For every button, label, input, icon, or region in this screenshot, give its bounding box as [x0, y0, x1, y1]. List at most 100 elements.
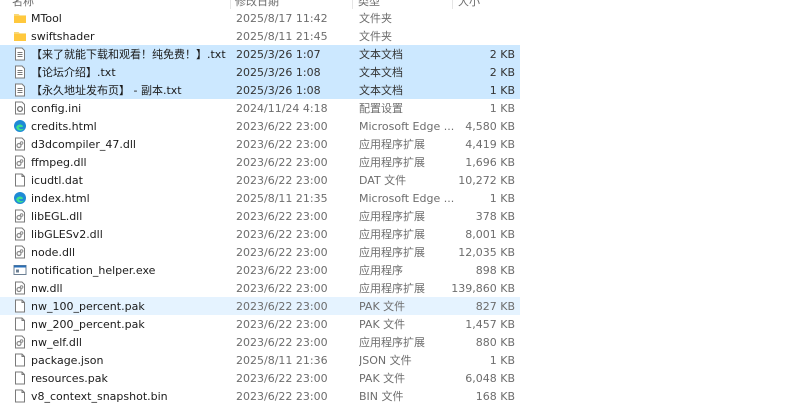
file-row[interactable]: resources.pak 2023/6/22 23:00 PAK 文件 6,048 …	[0, 369, 520, 387]
file-size: 827 KB	[475, 300, 515, 313]
file-date: 2023/6/22 23:00	[236, 264, 328, 277]
file-type: 应用程序	[359, 264, 403, 277]
text-file-icon	[13, 47, 27, 61]
file-size: 1 KB	[489, 354, 515, 367]
file-date: 2025/8/11 21:45	[236, 30, 328, 43]
file-name: nw_elf.dll	[31, 336, 82, 349]
file-size: 8,001 KB	[465, 228, 515, 241]
file-name: 【来了就能下载和观看！纯免费！】.txt	[31, 48, 226, 61]
generic-file-icon	[13, 317, 27, 331]
file-row[interactable]: node.dll 2023/6/22 23:00 应用程序扩展 12,035 KB	[0, 243, 520, 261]
file-size: 1,696 KB	[465, 156, 515, 169]
file-date: 2023/6/22 23:00	[236, 390, 328, 403]
file-date: 2023/6/22 23:00	[236, 336, 328, 349]
file-name: config.ini	[31, 102, 82, 115]
file-size: 139,860 KB	[451, 282, 515, 295]
file-name: icudtl.dat	[31, 174, 83, 187]
file-row[interactable]: nw_200_percent.pak 2023/6/22 23:00 PAK 文件 1…	[0, 315, 520, 333]
file-type: 文本文档	[359, 66, 403, 79]
file-row[interactable]: MTool 2025/8/17 11:42 文件夹	[0, 9, 520, 27]
column-date[interactable]: 修改日期	[235, 0, 279, 9]
file-name: v8_context_snapshot.bin	[31, 390, 168, 403]
file-size: 2 KB	[489, 48, 515, 61]
file-size: 168 KB	[475, 390, 515, 403]
file-date: 2023/6/22 23:00	[236, 372, 328, 385]
column-type[interactable]: 类型	[358, 0, 380, 9]
column-header: 名称 修改日期 类型 大小	[0, 0, 800, 9]
file-size: 1 KB	[489, 102, 515, 115]
generic-file-icon	[13, 173, 27, 187]
file-row[interactable]: nw.dll 2023/6/22 23:00 应用程序扩展 139,860 KB	[0, 279, 520, 297]
column-name[interactable]: 名称	[12, 0, 34, 9]
column-divider[interactable]	[352, 0, 353, 9]
file-name: nw_200_percent.pak	[31, 318, 145, 331]
file-type: Microsoft Edge ...	[359, 120, 455, 133]
file-size: 1,457 KB	[465, 318, 515, 331]
file-size: 4,419 KB	[465, 138, 515, 151]
file-name: libGLESv2.dll	[31, 228, 103, 241]
file-date: 2025/8/11 21:36	[236, 354, 328, 367]
file-size: 2 KB	[489, 66, 515, 79]
folder-icon	[13, 29, 27, 43]
file-name: notification_helper.exe	[31, 264, 156, 277]
file-type: 应用程序扩展	[359, 156, 425, 169]
file-type: PAK 文件	[359, 300, 406, 313]
file-row[interactable]: libGLESv2.dll 2023/6/22 23:00 应用程序扩展 8,001 …	[0, 225, 520, 243]
file-row[interactable]: icudtl.dat 2023/6/22 23:00 DAT 文件 10,272 KB	[0, 171, 520, 189]
file-row[interactable]: 【永久地址发布页】 - 副本.txt 2025/3/26 1:08 文本文档 1 KB	[0, 81, 520, 99]
file-name: swiftshader	[31, 30, 95, 43]
file-row[interactable]: package.json 2025/8/11 21:36 JSON 文件 1 KB	[0, 351, 520, 369]
file-row[interactable]: index.html 2025/8/11 21:35 Microsoft Edge …	[0, 189, 520, 207]
file-type: PAK 文件	[359, 318, 406, 331]
file-type: 应用程序扩展	[359, 282, 425, 295]
file-size: 378 KB	[475, 210, 515, 223]
file-row[interactable]: nw_100_percent.pak 2023/6/22 23:00 PAK 文件 8…	[0, 297, 520, 315]
file-name: 【永久地址发布页】 - 副本.txt	[31, 84, 182, 97]
file-date: 2023/6/22 23:00	[236, 174, 328, 187]
file-row[interactable]: v8_context_snapshot.bin 2023/6/22 23:00 BI…	[0, 387, 520, 405]
file-row[interactable]: 【论坛介绍】.txt 2025/3/26 1:08 文本文档 2 KB	[0, 63, 520, 81]
file-date: 2023/6/22 23:00	[236, 120, 328, 133]
file-size: 12,035 KB	[458, 246, 515, 259]
file-row[interactable]: libEGL.dll 2023/6/22 23:00 应用程序扩展 378 KB	[0, 207, 520, 225]
file-row[interactable]: d3dcompiler_47.dll 2023/6/22 23:00 应用程序扩展 4…	[0, 135, 520, 153]
file-date: 2023/6/22 23:00	[236, 156, 328, 169]
file-row[interactable]: config.ini 2024/11/24 4:18 配置设置 1 KB	[0, 99, 520, 117]
file-row[interactable]: ffmpeg.dll 2023/6/22 23:00 应用程序扩展 1,696 KB	[0, 153, 520, 171]
file-size: 10,272 KB	[458, 174, 515, 187]
generic-file-icon	[13, 371, 27, 385]
file-type: 应用程序扩展	[359, 228, 425, 241]
file-name: package.json	[31, 354, 104, 367]
exe-file-icon	[13, 263, 27, 277]
generic-file-icon	[13, 389, 27, 403]
file-list: MTool 2025/8/17 11:42 文件夹 swiftshader 2025/8…	[0, 9, 800, 405]
column-divider[interactable]	[452, 0, 453, 9]
file-date: 2025/3/26 1:08	[236, 66, 321, 79]
file-type: PAK 文件	[359, 372, 406, 385]
file-row[interactable]: 【来了就能下载和观看！纯免费！】.txt 2025/3/26 1:07 文本文档 2 …	[0, 45, 520, 63]
dll-file-icon	[13, 227, 27, 241]
file-date: 2025/3/26 1:08	[236, 84, 321, 97]
column-divider[interactable]	[230, 0, 231, 9]
file-date: 2025/8/17 11:42	[236, 12, 328, 25]
file-row[interactable]: credits.html 2023/6/22 23:00 Microsoft Edg…	[0, 117, 520, 135]
file-name: libEGL.dll	[31, 210, 83, 223]
file-type: 应用程序扩展	[359, 246, 425, 259]
dll-file-icon	[13, 137, 27, 151]
file-type: Microsoft Edge ...	[359, 192, 455, 205]
file-name: nw_100_percent.pak	[31, 300, 145, 313]
file-row[interactable]: swiftshader 2025/8/11 21:45 文件夹	[0, 27, 520, 45]
file-name: MTool	[31, 12, 62, 25]
column-size[interactable]: 大小	[458, 0, 480, 9]
file-type: 文件夹	[359, 12, 392, 25]
file-name: nw.dll	[31, 282, 63, 295]
file-type: 配置设置	[359, 102, 403, 115]
file-date: 2023/6/22 23:00	[236, 246, 328, 259]
file-row[interactable]: nw_elf.dll 2023/6/22 23:00 应用程序扩展 880 KB	[0, 333, 520, 351]
file-type: DAT 文件	[359, 174, 407, 187]
file-size: 898 KB	[475, 264, 515, 277]
folder-icon	[13, 11, 27, 25]
file-name: index.html	[31, 192, 90, 205]
file-row[interactable]: notification_helper.exe 2023/6/22 23:00 应用…	[0, 261, 520, 279]
file-date: 2024/11/24 4:18	[236, 102, 328, 115]
